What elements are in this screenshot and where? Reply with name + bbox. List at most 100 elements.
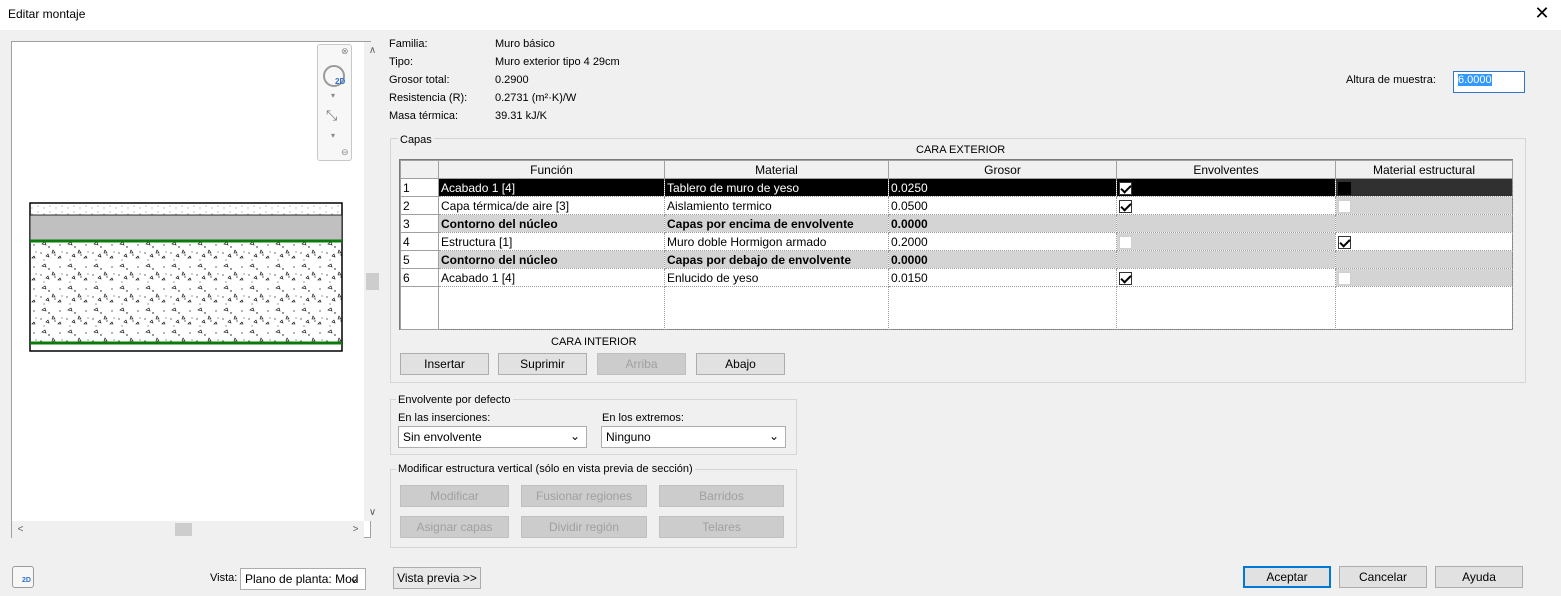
split-region-button[interactable]: Dividir región bbox=[521, 516, 647, 538]
thickness-cell[interactable]: 0.0150 bbox=[888, 268, 1117, 287]
structural-checkbox[interactable] bbox=[1338, 235, 1351, 249]
thickness-cell[interactable]: 0.0250 bbox=[888, 178, 1117, 197]
exterior-side-label: CARA EXTERIOR bbox=[916, 144, 1006, 156]
thickness-column-header[interactable]: Grosor bbox=[888, 160, 1117, 179]
row-number[interactable]: 6 bbox=[400, 268, 439, 287]
material-cell[interactable]: Enlucido de yeso bbox=[664, 268, 889, 287]
wraps-cell[interactable] bbox=[1116, 196, 1336, 215]
preview-toggle-button[interactable]: Vista previa >> bbox=[393, 567, 481, 589]
scroll-thumb[interactable] bbox=[175, 523, 192, 536]
close-icon[interactable]: ⊗ bbox=[341, 46, 349, 57]
material-column-header[interactable]: Material bbox=[664, 160, 889, 179]
sweeps-button[interactable]: Barridos bbox=[659, 485, 784, 507]
wraps-checkbox[interactable] bbox=[1119, 181, 1132, 195]
ok-button[interactable]: Aceptar bbox=[1243, 566, 1331, 588]
thickness-cell[interactable]: 0.2000 bbox=[888, 232, 1117, 251]
viewcube-2d-icon[interactable]: 2D bbox=[323, 65, 345, 87]
viewcube-2d-icon[interactable]: 2D bbox=[12, 566, 34, 588]
at-ends-select[interactable]: Ninguno ⌄ bbox=[601, 426, 786, 448]
structural-material-column-header[interactable]: Material estructural bbox=[1335, 160, 1513, 179]
chevron-down-icon: ⌄ bbox=[569, 429, 580, 443]
row-number[interactable]: 4 bbox=[400, 232, 439, 251]
view-select[interactable]: Plano de planta: Mod ⌄ bbox=[240, 568, 366, 590]
function-cell[interactable]: Acabado 1 [4] bbox=[438, 178, 665, 197]
scroll-right-icon[interactable]: > bbox=[347, 521, 364, 538]
wall-preview-pane[interactable]: ⊗ 2D ▾ ⤡ ▾ ⊖ ∧ ∨ < > bbox=[11, 41, 381, 538]
zoom-icon[interactable]: ⤡ bbox=[326, 107, 337, 124]
insert-button[interactable]: Insertar bbox=[400, 353, 489, 375]
row-number-header bbox=[400, 160, 439, 179]
wall-section-drawing bbox=[29, 202, 343, 352]
navigation-bar[interactable]: ⊗ 2D ▾ ⤡ ▾ ⊖ bbox=[317, 44, 352, 161]
thickness-cell[interactable]: 0.0500 bbox=[888, 196, 1117, 215]
horizontal-scrollbar[interactable]: < > bbox=[12, 521, 364, 538]
row-number[interactable]: 3 bbox=[400, 214, 439, 233]
material-cell[interactable]: Tablero de muro de yeso bbox=[664, 178, 889, 197]
row-number[interactable]: 1 bbox=[400, 178, 439, 197]
settings-icon[interactable]: ⊖ bbox=[341, 147, 349, 158]
layers-group-label: Capas bbox=[398, 134, 434, 146]
function-cell: Contorno del núcleo bbox=[438, 214, 665, 233]
scroll-left-icon[interactable]: < bbox=[12, 521, 29, 538]
chevron-down-icon[interactable]: ▾ bbox=[331, 91, 335, 100]
assign-layers-button[interactable]: Asignar capas bbox=[400, 516, 509, 538]
at-ends-label: En los extremos: bbox=[602, 412, 684, 424]
table-row[interactable]: 6 Acabado 1 [4] Enlucido de yeso 0.0150 bbox=[400, 268, 1513, 287]
wraps-checkbox bbox=[1119, 235, 1132, 249]
layers-table[interactable]: Función Material Grosor Envolventes Mate… bbox=[399, 159, 1513, 330]
row-number bbox=[400, 286, 439, 330]
wraps-column-header[interactable]: Envolventes bbox=[1116, 160, 1336, 179]
structural-cell[interactable] bbox=[1335, 232, 1513, 251]
type-value: Muro exterior tipo 4 29cm bbox=[495, 56, 620, 68]
vertical-scrollbar[interactable]: ∧ ∨ bbox=[364, 42, 381, 521]
row-number[interactable]: 5 bbox=[400, 250, 439, 269]
modify-button[interactable]: Modificar bbox=[400, 485, 509, 507]
thermal-mass-label: Masa térmica: bbox=[389, 110, 459, 122]
wraps-cell[interactable] bbox=[1116, 178, 1336, 197]
move-up-button[interactable]: Arriba bbox=[597, 353, 686, 375]
wraps-cell[interactable] bbox=[1116, 268, 1336, 287]
material-cell[interactable]: Aislamiento termico bbox=[664, 196, 889, 215]
scroll-down-icon[interactable]: ∨ bbox=[364, 504, 381, 521]
table-row[interactable]: 3 Contorno del núcleo Capas por encima d… bbox=[400, 214, 1513, 233]
function-cell[interactable]: Capa térmica/de aire [3] bbox=[438, 196, 665, 215]
function-column-header[interactable]: Función bbox=[438, 160, 665, 179]
structural-cell[interactable] bbox=[1335, 178, 1513, 197]
structural-checkbox bbox=[1338, 199, 1351, 213]
merge-regions-button[interactable]: Fusionar regiones bbox=[521, 485, 647, 507]
family-value: Muro básico bbox=[495, 38, 555, 50]
function-cell[interactable]: Acabado 1 [4] bbox=[438, 268, 665, 287]
material-cell: Capas por encima de envolvente bbox=[664, 214, 889, 233]
close-icon[interactable]: ✕ bbox=[1532, 4, 1552, 24]
reveals-button[interactable]: Telares bbox=[659, 516, 784, 538]
row-number[interactable]: 2 bbox=[400, 196, 439, 215]
structural-checkbox[interactable] bbox=[1338, 181, 1351, 195]
cancel-button[interactable]: Cancelar bbox=[1339, 566, 1427, 588]
wraps-cell bbox=[1116, 250, 1336, 269]
material-cell[interactable]: Muro doble Hormigon armado bbox=[664, 232, 889, 251]
table-header-row: Función Material Grosor Envolventes Mate… bbox=[400, 160, 1513, 179]
chevron-down-icon[interactable]: ▾ bbox=[331, 131, 335, 140]
scroll-up-icon[interactable]: ∧ bbox=[364, 42, 381, 59]
table-row[interactable]: 5 Contorno del núcleo Capas por debajo d… bbox=[400, 250, 1513, 269]
vertical-structure-label: Modificar estructura vertical (sólo en v… bbox=[396, 463, 695, 475]
table-row[interactable]: 4 Estructura [1] Muro doble Hormigon arm… bbox=[400, 232, 1513, 251]
type-label: Tipo: bbox=[389, 56, 414, 68]
help-button[interactable]: Ayuda bbox=[1435, 566, 1523, 588]
delete-button[interactable]: Suprimir bbox=[498, 353, 587, 375]
wraps-cell bbox=[1116, 232, 1336, 251]
wraps-checkbox[interactable] bbox=[1119, 271, 1132, 285]
sample-height-input[interactable]: 6.0000 bbox=[1453, 71, 1525, 93]
thermal-mass-value: 39.31 kJ/K bbox=[495, 110, 547, 122]
table-row[interactable]: 2 Capa térmica/de aire [3] Aislamiento t… bbox=[400, 196, 1513, 215]
wraps-checkbox[interactable] bbox=[1119, 199, 1132, 213]
move-down-button[interactable]: Abajo bbox=[696, 353, 785, 375]
function-cell[interactable]: Estructura [1] bbox=[438, 232, 665, 251]
at-inserts-select[interactable]: Sin envolvente ⌄ bbox=[398, 426, 587, 448]
default-wrapping-label: Envolvente por defecto bbox=[396, 394, 513, 406]
table-row[interactable]: 1 Acabado 1 [4] Tablero de muro de yeso … bbox=[400, 178, 1513, 197]
material-cell: Capas por debajo de envolvente bbox=[664, 250, 889, 269]
thickness-cell: 0.0000 bbox=[888, 250, 1117, 269]
window-title: Editar montaje bbox=[8, 7, 86, 21]
scroll-thumb[interactable] bbox=[366, 273, 379, 290]
